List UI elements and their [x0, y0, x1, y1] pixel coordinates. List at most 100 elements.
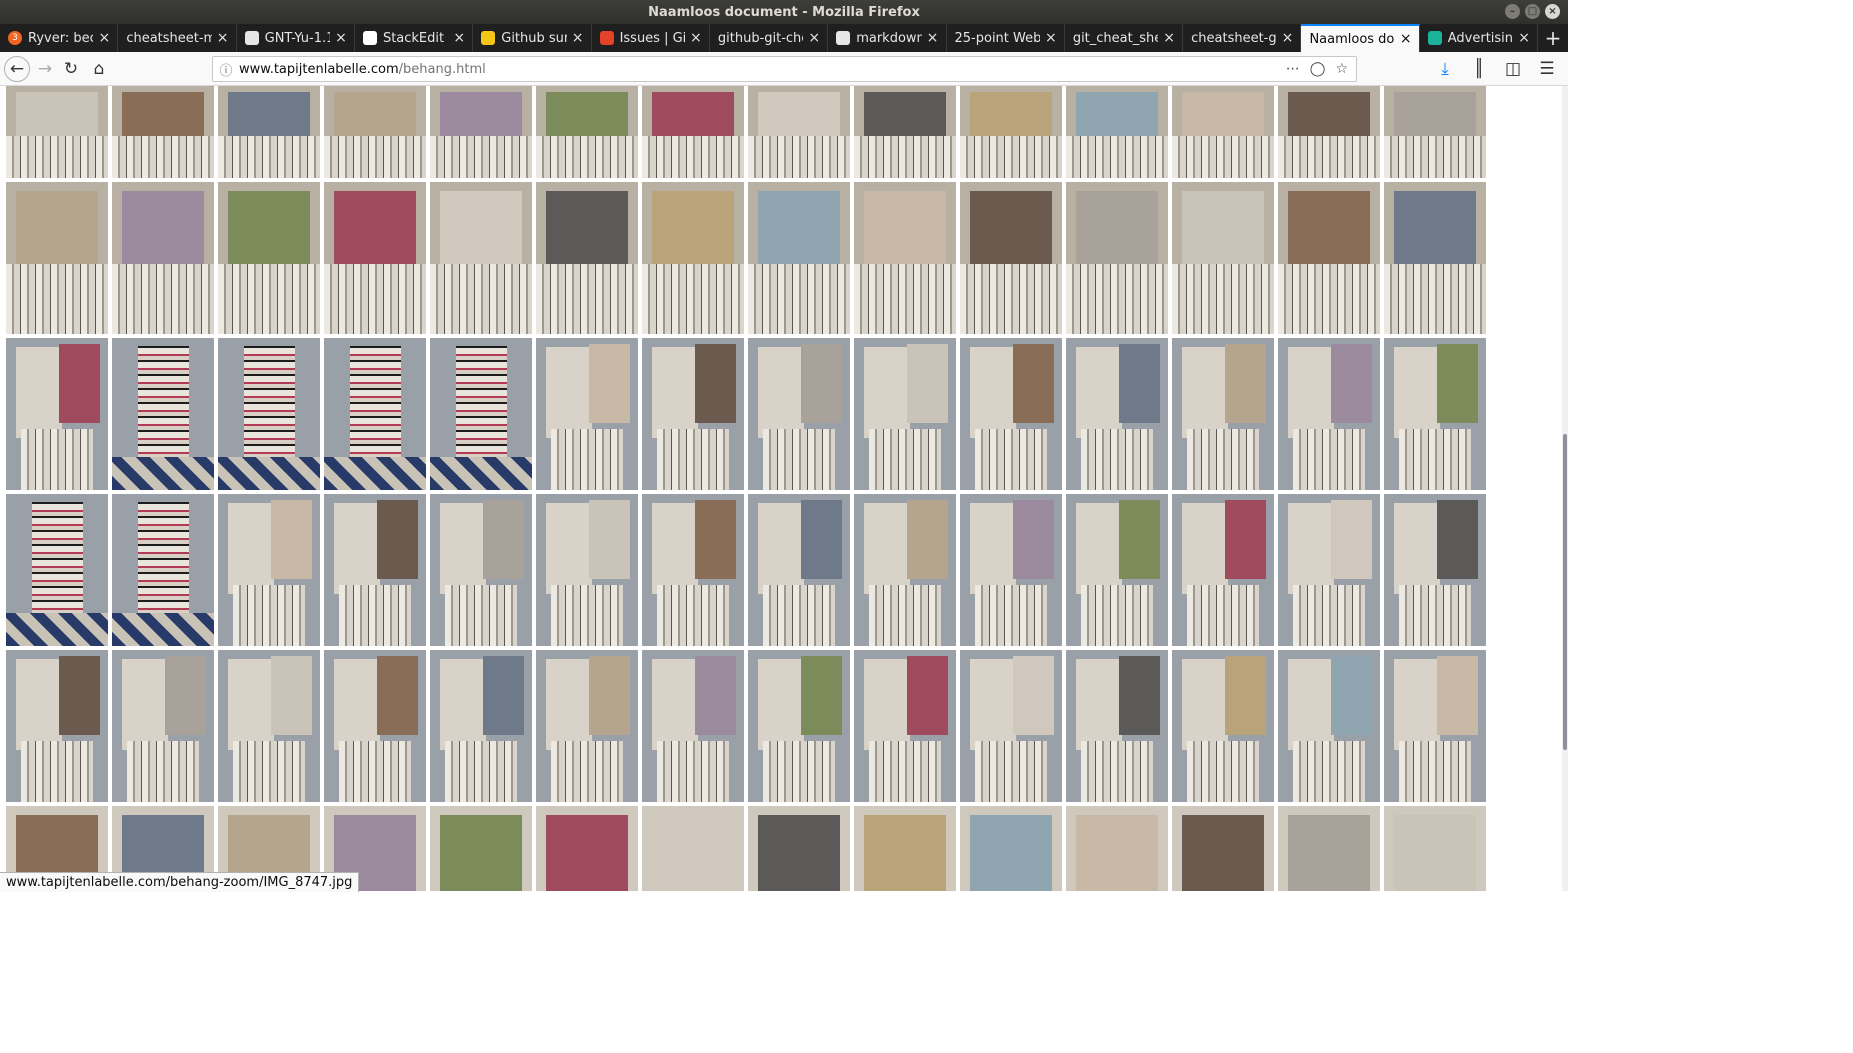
tab-close-icon[interactable]: × [571, 30, 585, 46]
wallpaper-thumbnail[interactable] [1066, 86, 1168, 178]
wallpaper-thumbnail[interactable] [112, 86, 214, 178]
pocket-icon[interactable]: ◯ [1310, 61, 1326, 77]
wallpaper-thumbnail[interactable] [854, 182, 956, 334]
wallpaper-thumbnail[interactable] [1172, 650, 1274, 802]
wallpaper-thumbnail[interactable] [1384, 650, 1486, 802]
tab-3[interactable]: StackEdit × [355, 24, 474, 52]
wallpaper-thumbnail[interactable] [642, 86, 744, 178]
wallpaper-thumbnail[interactable] [854, 650, 956, 802]
tab-11[interactable]: Naamloos doc × [1301, 24, 1420, 52]
tab-12[interactable]: Advertising× [1420, 24, 1539, 52]
wallpaper-thumbnail[interactable] [1172, 86, 1274, 178]
wallpaper-thumbnail[interactable] [218, 650, 320, 802]
wallpaper-thumbnail[interactable] [430, 494, 532, 646]
wallpaper-thumbnail[interactable] [960, 650, 1062, 802]
tab-close-icon[interactable]: × [807, 30, 821, 46]
wallpaper-thumbnail[interactable] [1278, 182, 1380, 334]
wallpaper-thumbnail[interactable] [6, 494, 108, 646]
wallpaper-thumbnail[interactable] [748, 182, 850, 334]
back-button[interactable]: ← [4, 56, 30, 82]
tab-8[interactable]: 25-point Webs × [947, 24, 1065, 52]
wallpaper-thumbnail[interactable] [6, 86, 108, 178]
wallpaper-thumbnail[interactable] [218, 338, 320, 490]
tab-close-icon[interactable]: × [97, 30, 111, 46]
wallpaper-thumbnail[interactable] [430, 86, 532, 178]
wallpaper-thumbnail[interactable] [748, 650, 850, 802]
scrollbar-thumb[interactable] [1563, 434, 1567, 750]
tab-close-icon[interactable]: × [926, 30, 940, 46]
tab-close-icon[interactable]: × [689, 30, 703, 46]
wallpaper-thumbnail[interactable] [112, 650, 214, 802]
tab-6[interactable]: github-git-chea× [710, 24, 829, 52]
tab-close-icon[interactable]: × [334, 30, 348, 46]
wallpaper-thumbnail[interactable] [960, 338, 1062, 490]
wallpaper-thumbnail[interactable] [642, 494, 744, 646]
wallpaper-thumbnail[interactable] [854, 806, 956, 891]
wallpaper-thumbnail[interactable] [960, 86, 1062, 178]
wallpaper-thumbnail[interactable] [536, 182, 638, 334]
wallpaper-thumbnail[interactable] [536, 86, 638, 178]
downloads-button[interactable]: ⤓ [1432, 56, 1458, 82]
tab-1[interactable]: cheatsheet-ma × [118, 24, 237, 52]
wallpaper-thumbnail[interactable] [960, 494, 1062, 646]
wallpaper-thumbnail[interactable] [218, 86, 320, 178]
tab-9[interactable]: git_cheat_shee× [1065, 24, 1184, 52]
wallpaper-thumbnail[interactable] [1172, 806, 1274, 891]
wallpaper-thumbnail[interactable] [6, 650, 108, 802]
wallpaper-thumbnail[interactable] [1066, 338, 1168, 490]
wallpaper-thumbnail[interactable] [1172, 494, 1274, 646]
wallpaper-thumbnail[interactable] [536, 806, 638, 891]
url-bar[interactable]: ⓘ www.tapijtenlabelle.com/behang.html ⋯ … [212, 56, 1357, 82]
library-button[interactable]: ║ [1466, 56, 1492, 82]
url-text[interactable]: www.tapijtenlabelle.com/behang.html [239, 62, 1286, 77]
home-button[interactable]: ⌂ [86, 56, 112, 82]
wallpaper-thumbnail[interactable] [1278, 338, 1380, 490]
tab-10[interactable]: cheatsheet-git × [1183, 24, 1302, 52]
wallpaper-thumbnail[interactable] [960, 182, 1062, 334]
wallpaper-thumbnail[interactable] [324, 338, 426, 490]
tab-7[interactable]: markdown- × [828, 24, 947, 52]
wallpaper-thumbnail[interactable] [1172, 338, 1274, 490]
wallpaper-thumbnail[interactable] [112, 338, 214, 490]
wallpaper-thumbnail[interactable] [218, 494, 320, 646]
wallpaper-thumbnail[interactable] [748, 338, 850, 490]
wallpaper-thumbnail[interactable] [748, 86, 850, 178]
wallpaper-thumbnail[interactable] [854, 338, 956, 490]
close-window-icon[interactable]: × [1545, 4, 1560, 19]
wallpaper-thumbnail[interactable] [1384, 86, 1486, 178]
wallpaper-thumbnail[interactable] [748, 806, 850, 891]
wallpaper-thumbnail[interactable] [854, 494, 956, 646]
wallpaper-thumbnail[interactable] [1384, 338, 1486, 490]
wallpaper-thumbnail[interactable] [960, 806, 1062, 891]
tab-5[interactable]: Issues | GitL× [592, 24, 710, 52]
wallpaper-thumbnail[interactable] [430, 650, 532, 802]
wallpaper-thumbnail[interactable] [642, 338, 744, 490]
sidebar-button[interactable]: ◫ [1500, 56, 1526, 82]
wallpaper-thumbnail[interactable] [854, 86, 956, 178]
wallpaper-thumbnail[interactable] [1278, 650, 1380, 802]
wallpaper-thumbnail[interactable] [642, 806, 744, 891]
wallpaper-thumbnail[interactable] [1278, 86, 1380, 178]
wallpaper-thumbnail[interactable] [1384, 494, 1486, 646]
wallpaper-thumbnail[interactable] [1278, 806, 1380, 891]
wallpaper-thumbnail[interactable] [324, 86, 426, 178]
wallpaper-thumbnail[interactable] [1384, 182, 1486, 334]
tab-4[interactable]: Github sum × [473, 24, 592, 52]
forward-button[interactable]: → [32, 56, 58, 82]
wallpaper-thumbnail[interactable] [6, 338, 108, 490]
tab-close-icon[interactable]: × [1280, 30, 1294, 46]
menu-button[interactable]: ☰ [1534, 56, 1560, 82]
wallpaper-thumbnail[interactable] [324, 182, 426, 334]
wallpaper-thumbnail[interactable] [430, 338, 532, 490]
wallpaper-thumbnail[interactable] [1066, 182, 1168, 334]
wallpaper-thumbnail[interactable] [536, 650, 638, 802]
page-scrollbar[interactable] [1562, 86, 1568, 891]
wallpaper-thumbnail[interactable] [642, 182, 744, 334]
wallpaper-thumbnail[interactable] [6, 182, 108, 334]
new-tab-button[interactable]: + [1538, 24, 1568, 52]
wallpaper-thumbnail[interactable] [218, 182, 320, 334]
wallpaper-thumbnail[interactable] [430, 806, 532, 891]
wallpaper-thumbnail[interactable] [1066, 650, 1168, 802]
wallpaper-thumbnail[interactable] [1278, 494, 1380, 646]
wallpaper-thumbnail[interactable] [112, 182, 214, 334]
